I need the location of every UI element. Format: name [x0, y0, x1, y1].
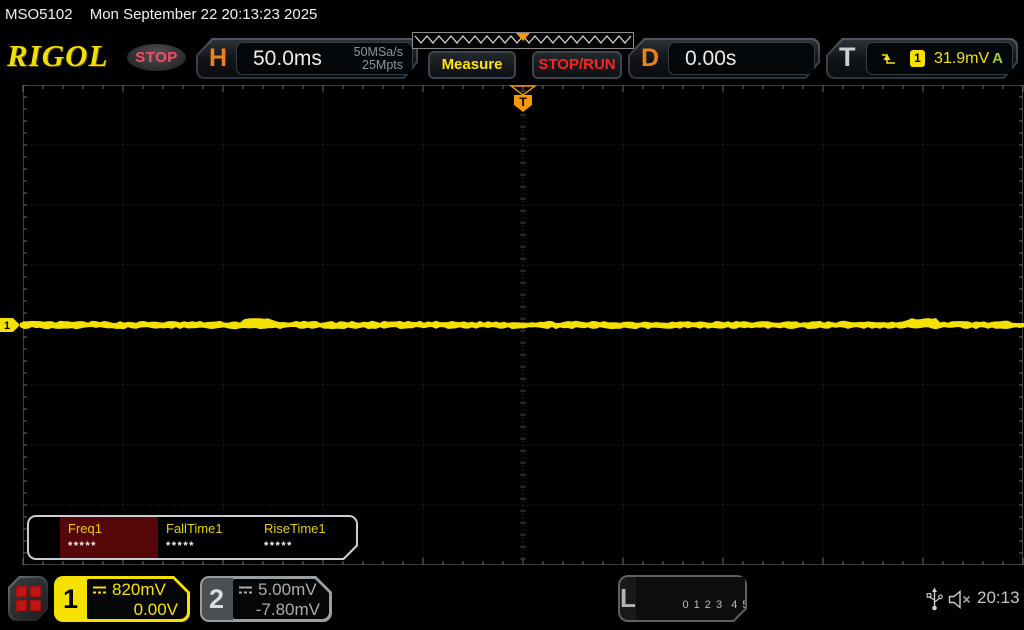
delay-badge[interactable]: D 0.00s: [628, 38, 820, 79]
digital-channels-badge[interactable]: L 0 1 2 3 4 5 6 7 8 9 1011 12131415: [618, 575, 747, 622]
dc-coupling-icon: [92, 585, 107, 595]
measurement-risetime1[interactable]: RiseTime1 *****: [256, 517, 354, 558]
delay-value: 0.00s: [685, 46, 737, 70]
measure-button[interactable]: Measure: [428, 51, 516, 79]
titlebar: MSO5102 Mon September 22 20:13:23 2025: [0, 0, 1024, 28]
digital-row1: 0 1 2 3 4 5 6 7: [682, 599, 772, 611]
horizontal-settings-badge[interactable]: H 50.0ms 50MSa/s 25Mpts: [196, 38, 418, 79]
timebase-value: 50.0ms: [253, 46, 322, 70]
channel2-scale: 5.00mV: [258, 580, 317, 599]
menu-grid-button[interactable]: [8, 576, 48, 621]
header-bar: RIGOL STOP H 50.0ms 50MSa/s 25Mpts Measu…: [0, 28, 1024, 84]
clock-text: 20:13: [977, 588, 1020, 607]
speaker-muted-icon: [948, 590, 971, 609]
svg-text:1: 1: [4, 320, 10, 332]
measurement-falltime1[interactable]: FallTime1 *****: [158, 517, 256, 558]
channel1-scale: 820mV: [112, 580, 166, 599]
waveform-preview-strip[interactable]: [412, 32, 634, 49]
trigger-slope-icon: [881, 51, 897, 67]
trigger-label: T: [839, 42, 856, 72]
channel2-offset: -7.80mV: [255, 600, 320, 619]
memory-depth: 25Mpts: [362, 57, 403, 72]
trigger-level: 31.9mV: [934, 49, 990, 67]
ch1-level-marker[interactable]: 1: [0, 318, 20, 332]
model-name: MSO5102: [5, 6, 73, 23]
rigol-logo: RIGOL: [7, 38, 109, 73]
measurement-panel: Freq1 ***** FallTime1 ***** RiseTime1 **…: [27, 515, 358, 560]
datetime-text: Mon September 22 20:13:23 2025: [89, 6, 318, 23]
usb-icon: [926, 587, 943, 611]
run-state-badge: STOP: [127, 44, 186, 71]
channel1-badge[interactable]: 1 820mV 0.00V: [54, 576, 190, 622]
measurement-freq1[interactable]: Freq1 *****: [60, 517, 158, 558]
svg-text:T: T: [519, 95, 527, 109]
grid-squares-icon: [16, 586, 41, 611]
delay-label: D: [641, 44, 660, 72]
channel2-badge[interactable]: 2 5.00mV -7.80mV: [200, 576, 332, 622]
channel2-number: 2: [208, 584, 225, 614]
sample-rate: 50MSa/s: [353, 44, 403, 59]
bottom-bar: 1 820mV 0.00V 2 5.00mV -7.80mV L 0 1 2 3…: [0, 566, 1024, 630]
trigger-sweep-mode: A: [992, 50, 1003, 67]
channel1-number: 1: [62, 584, 79, 614]
dc-coupling-icon: [238, 585, 253, 595]
trigger-badge[interactable]: T 1 31.9mV A: [826, 38, 1018, 79]
ch1-waveform: [20, 318, 1024, 330]
stop-run-button[interactable]: STOP/RUN: [532, 51, 622, 79]
channel1-offset: 0.00V: [133, 600, 178, 619]
horizontal-label: H: [209, 44, 228, 72]
digital-label: L: [620, 583, 636, 613]
trigger-source-chip: 1: [910, 50, 925, 67]
graticule: T 1: [0, 85, 1024, 565]
oscilloscope-screen: MSO5102 Mon September 22 20:13:23 2025 R…: [0, 0, 1024, 630]
